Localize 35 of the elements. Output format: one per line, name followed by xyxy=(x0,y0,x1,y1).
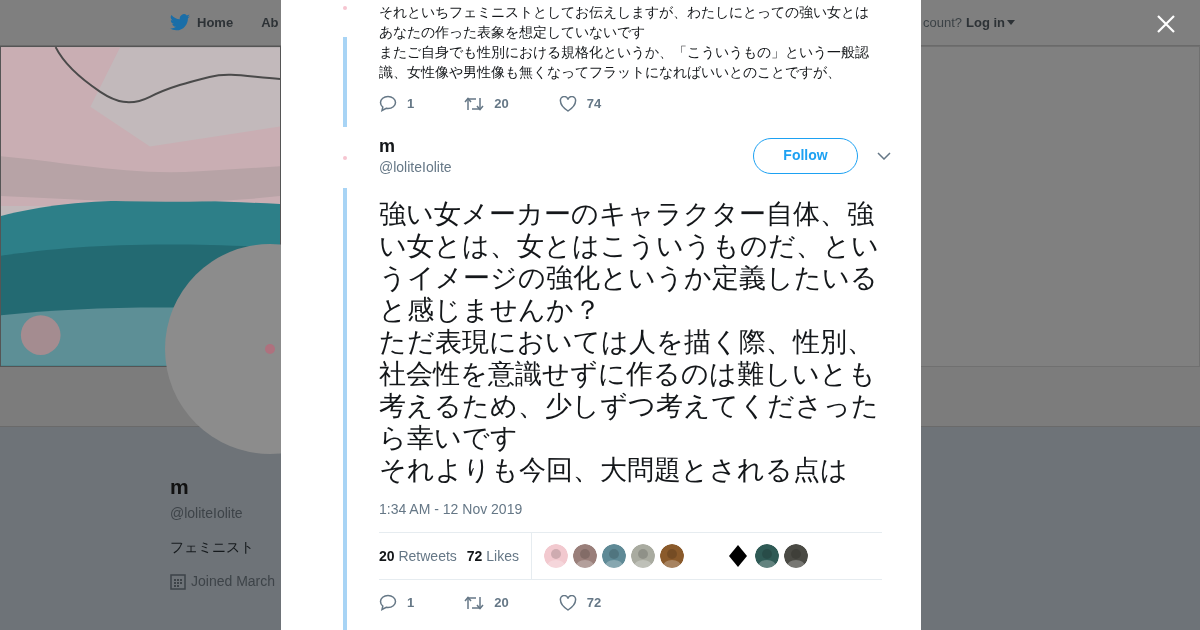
stat-link[interactable]: 72 Likes xyxy=(466,545,519,567)
login-link[interactable]: Log in xyxy=(966,12,1015,33)
account-prompt: count? xyxy=(922,13,962,32)
author-name: m xyxy=(379,134,396,157)
bird-icon xyxy=(170,14,190,31)
close-icon xyxy=(1156,14,1176,34)
close-button[interactable] xyxy=(1156,14,1176,34)
action-count: 72 xyxy=(586,594,602,612)
heart-icon[interactable] xyxy=(558,594,577,611)
retweet-icon[interactable] xyxy=(464,594,485,611)
diamond-icon[interactable] xyxy=(729,545,747,567)
profile-name: m xyxy=(170,475,189,499)
caret-icon xyxy=(1007,20,1015,25)
reply-icon[interactable] xyxy=(379,95,397,113)
action-count: 20 xyxy=(494,594,509,612)
action-count: 1 xyxy=(407,594,415,612)
action-count: 1 xyxy=(407,95,415,113)
nav-link[interactable]: Home xyxy=(170,12,234,33)
tweet-text: それよりも今回、大問題とされる点は xyxy=(379,454,849,486)
tweet-text: またご自身でも性別における規格化というか、「こういうもの」という一般認識、女性像や男性像も無くなってフラットになればいいとのことですが、 xyxy=(379,43,870,82)
profile-bio: フェミニスト xyxy=(170,538,254,557)
chevron-icon[interactable] xyxy=(877,151,891,160)
action-count: 74 xyxy=(586,95,602,113)
heart-icon[interactable] xyxy=(558,95,577,112)
stat-link[interactable]: 20 Retweets xyxy=(379,545,457,567)
tweet-text: ただ表現においては人を描く際、性別、社会性を意識せずに作るのは難しいとも考えるため、少しずつ考えてくださったら幸いです xyxy=(379,326,880,454)
tweet-text: それといちフェミニストとしてお伝えしますが、わたしにとっての強い女とはあなたの作った表象を想定していないです xyxy=(379,3,870,42)
tweet-text: 強い女メーカーのキャラクター自体、強い女とは、女とはこういうものだ、というイメージの強化というか定義したいると感じませんか？ xyxy=(379,198,880,326)
tweet-timestamp: 1:34 AM - 12 Nov 2019 xyxy=(379,500,524,519)
retweet-icon[interactable] xyxy=(464,95,485,112)
reply-icon[interactable] xyxy=(379,594,397,612)
nav-link[interactable]: Ab xyxy=(261,12,279,33)
author-handle: @loliteIolite xyxy=(379,157,452,177)
calendar-icon xyxy=(170,573,186,590)
action-count: 20 xyxy=(494,95,509,113)
